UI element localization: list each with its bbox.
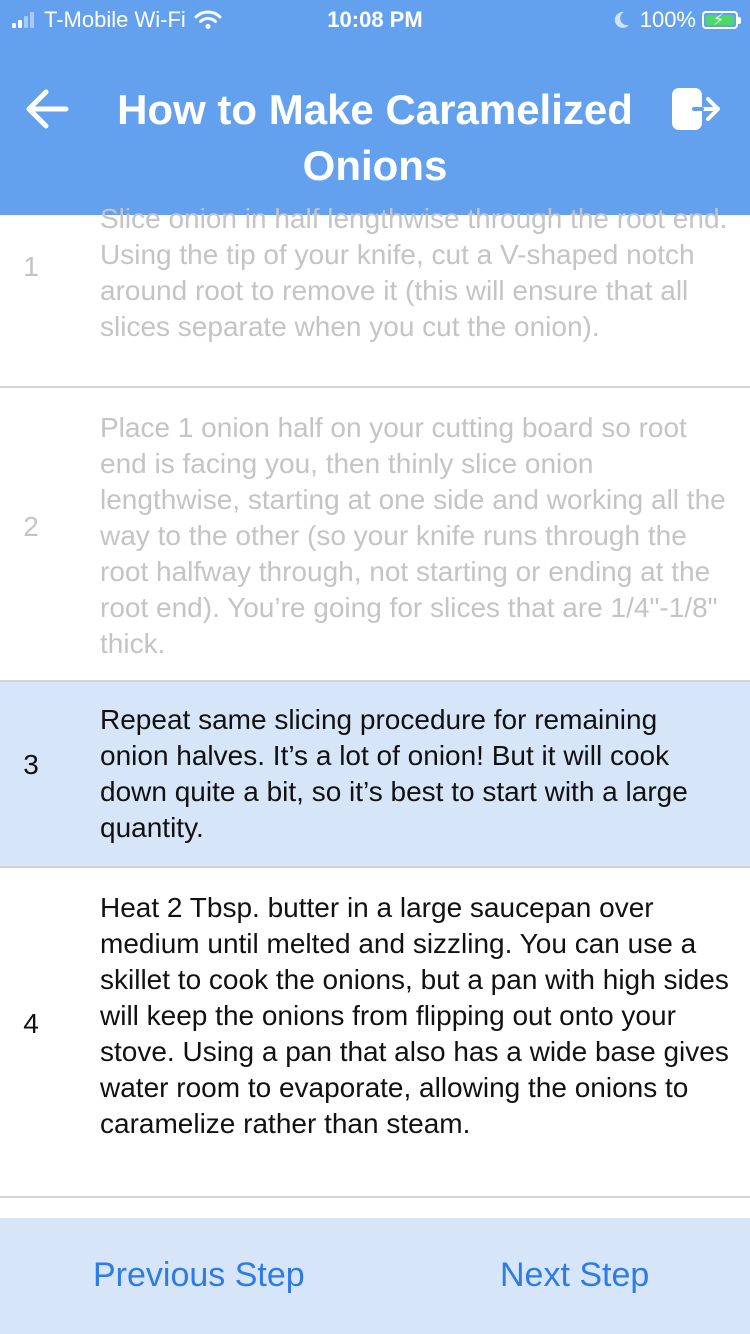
page-title: How to Make Caramelized Onions bbox=[117, 86, 633, 189]
header: T-Mobile Wi-Fi 10:08 PM 100% ⚡ How to Ma… bbox=[0, 0, 750, 215]
exit-button[interactable] bbox=[670, 84, 724, 134]
step-number: 4 bbox=[23, 1008, 39, 1039]
exit-icon bbox=[672, 88, 720, 130]
step-text: Heat 2 Tbsp. butter in a large saucepan … bbox=[100, 892, 729, 1139]
battery-percent: 100% bbox=[639, 7, 696, 32]
status-right: 100% ⚡ bbox=[614, 7, 741, 33]
next-step-button[interactable]: Next Step bbox=[500, 1256, 649, 1295]
battery-charging-icon: ⚡ bbox=[702, 11, 741, 29]
steps-list: 1 Slice onion in half lengthwise through… bbox=[0, 203, 750, 1198]
back-button[interactable] bbox=[22, 86, 72, 132]
moon-icon bbox=[614, 11, 629, 28]
arrow-left-icon bbox=[26, 89, 69, 129]
status-bar: T-Mobile Wi-Fi 10:08 PM 100% ⚡ bbox=[0, 0, 750, 40]
step-row[interactable]: 1 Slice onion in half lengthwise through… bbox=[0, 203, 750, 388]
recipe-steps-screen: T-Mobile Wi-Fi 10:08 PM 100% ⚡ How to Ma… bbox=[0, 0, 750, 1334]
step-text: Slice onion in half lengthwise through t… bbox=[100, 203, 728, 342]
step-number: 2 bbox=[23, 511, 39, 542]
step-text: Place 1 onion half on your cutting board… bbox=[100, 412, 726, 659]
step-number: 1 bbox=[23, 251, 39, 282]
step-row-current[interactable]: 3 Repeat same slicing procedure for rema… bbox=[0, 682, 750, 868]
step-navigation-bar: Previous Step Next Step bbox=[0, 1218, 750, 1334]
previous-step-button[interactable]: Previous Step bbox=[93, 1256, 305, 1295]
step-text: Repeat same slicing procedure for remain… bbox=[100, 704, 688, 843]
step-number: 3 bbox=[23, 749, 39, 780]
step-row[interactable]: 4 Heat 2 Tbsp. butter in a large saucepa… bbox=[0, 868, 750, 1198]
step-row[interactable]: 2 Place 1 onion half on your cutting boa… bbox=[0, 388, 750, 682]
